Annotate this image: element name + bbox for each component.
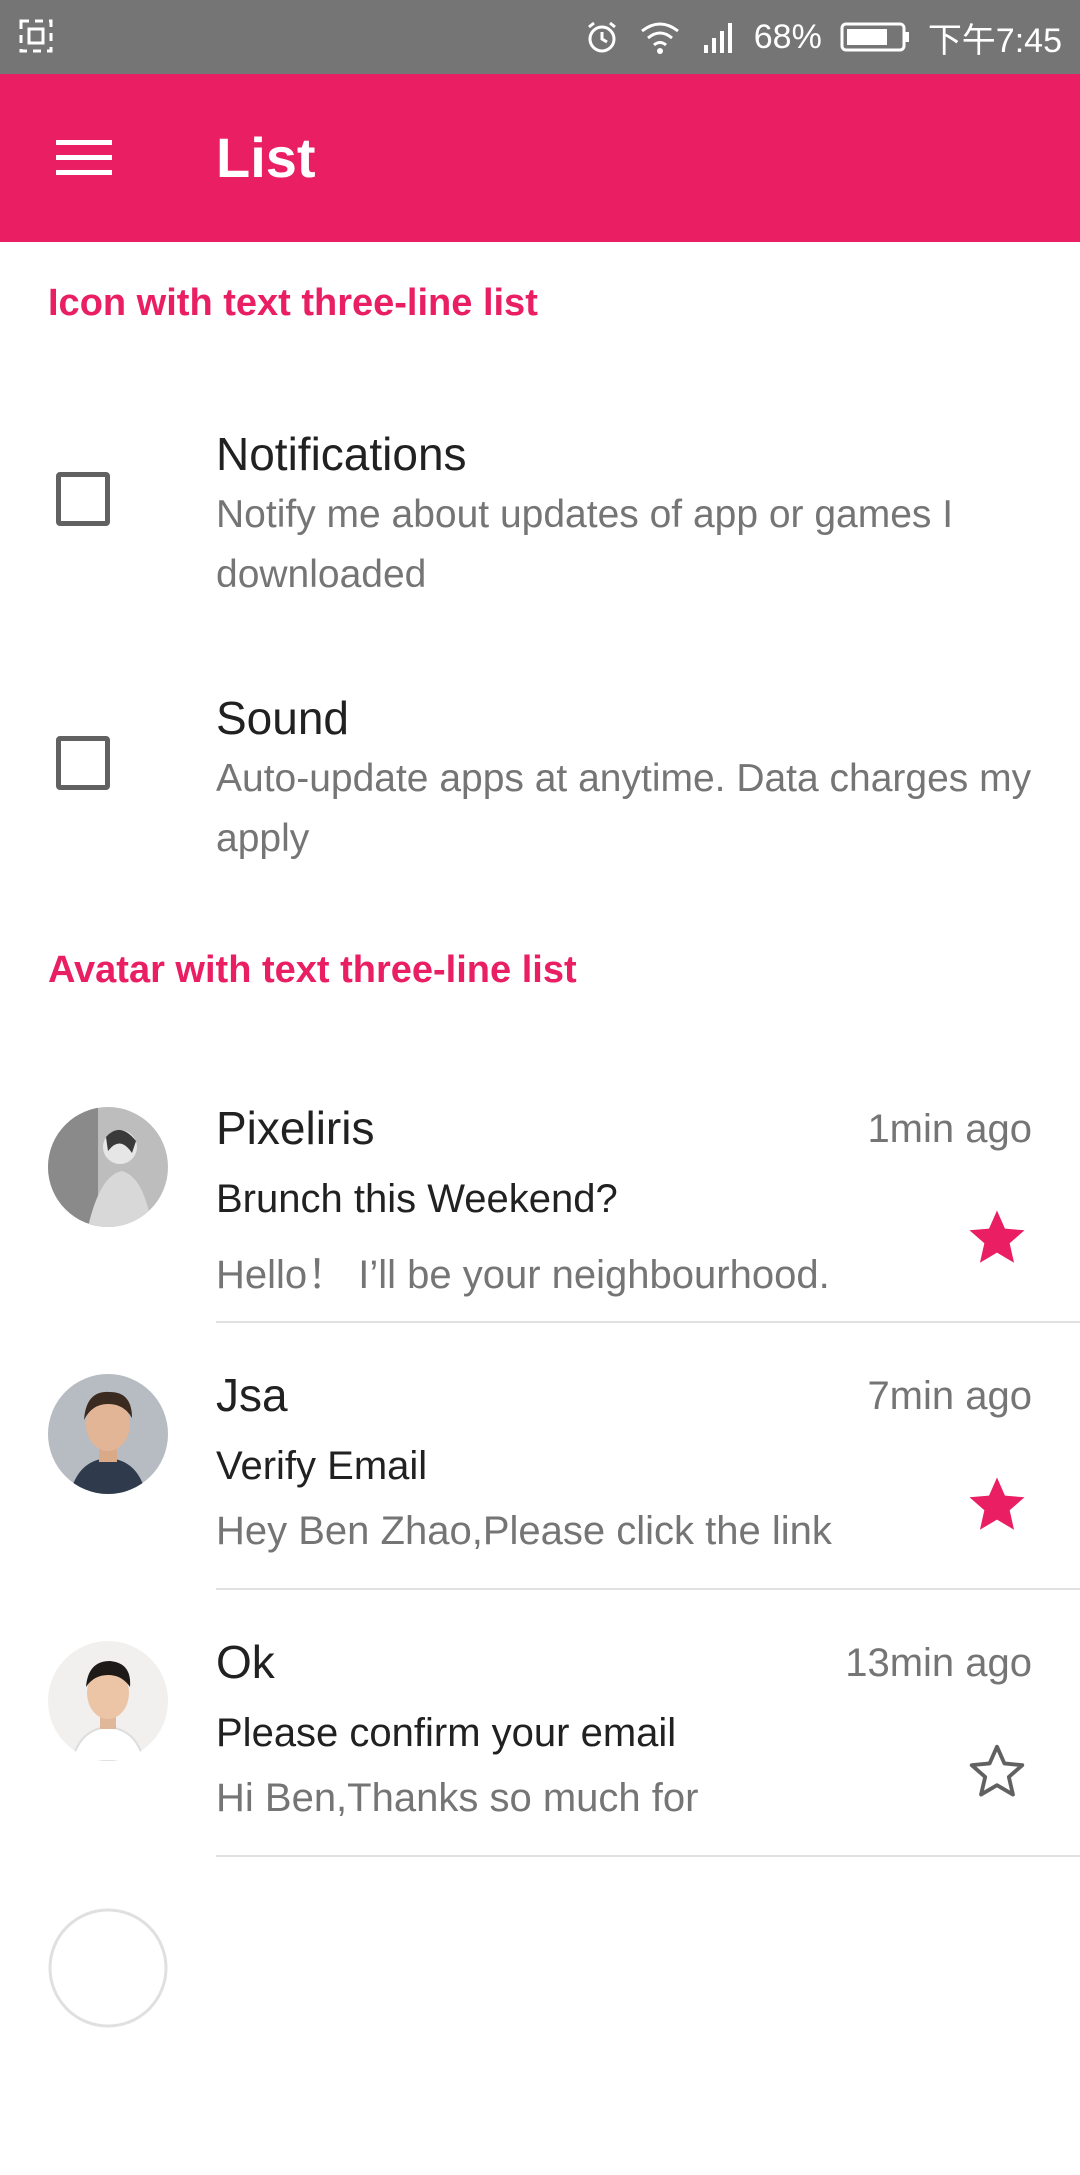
list-item-title: Notifications xyxy=(216,428,467,480)
sound-checkbox[interactable] xyxy=(56,736,110,790)
section-header-icon-list: Icon with text three-line list xyxy=(48,282,538,324)
wifi-icon xyxy=(638,19,682,55)
message-preview: Hey Ben Zhao,Please click the link xyxy=(216,1509,832,1553)
message-subject: Verify Email xyxy=(216,1444,428,1488)
section-header-avatar-list: Avatar with text three-line list xyxy=(48,949,577,991)
message-sender: Pixeliris xyxy=(216,1102,375,1154)
list-item-title: Sound xyxy=(216,692,350,744)
list-item-subtitle: Auto-update apps at anytime. Data charge… xyxy=(216,757,1032,860)
signal-icon xyxy=(700,19,736,55)
message-time: 1min ago xyxy=(867,1107,1032,1151)
hamburger-menu-icon[interactable] xyxy=(36,114,132,202)
list-item-message-partial[interactable] xyxy=(0,1908,1080,2175)
status-icons: 68% 下午7:45 xyxy=(584,0,1062,74)
avatar xyxy=(48,1374,168,1494)
message-preview: Hello！ I’ll be your neighbourhood. xyxy=(216,1253,830,1297)
divider xyxy=(216,1588,1080,1590)
message-sender: Ok xyxy=(216,1636,275,1688)
app-bar: List xyxy=(0,74,1080,242)
star-outline-icon[interactable] xyxy=(964,1739,1030,1805)
alarm-icon xyxy=(584,19,620,55)
notifications-checkbox[interactable] xyxy=(56,472,110,526)
list-item-message[interactable]: Jsa 7min ago Verify Email Hey Ben Zhao,P… xyxy=(0,1369,1080,1641)
divider xyxy=(216,1321,1080,1323)
avatar xyxy=(48,1641,168,1761)
message-sender: Jsa xyxy=(216,1369,288,1421)
list-item-sound[interactable]: Sound Auto-update apps at anytime. Data … xyxy=(0,691,1080,955)
message-subject: Please confirm your email xyxy=(216,1711,677,1755)
avatar xyxy=(48,1107,168,1227)
list-item-subtitle: Notify me about updates of app or games … xyxy=(216,493,954,596)
message-subject: Brunch this Weekend? xyxy=(216,1177,618,1221)
message-time: 13min ago xyxy=(845,1641,1032,1685)
screenshot-icon xyxy=(18,18,54,54)
clock: 下午7:45 xyxy=(927,21,1062,60)
list-item-message[interactable]: Pixeliris 1min ago Brunch this Weekend? … xyxy=(0,1102,1080,1374)
message-time: 7min ago xyxy=(867,1374,1032,1418)
avatar xyxy=(48,1908,168,2028)
page-title: List xyxy=(216,126,316,189)
status-bar: 68% 下午7:45 xyxy=(0,0,1080,74)
list-item-notifications[interactable]: Notifications Notify me about updates of… xyxy=(0,427,1080,691)
battery-icon xyxy=(840,19,910,55)
star-filled-icon[interactable] xyxy=(964,1205,1030,1271)
divider xyxy=(216,1855,1080,1857)
star-filled-icon[interactable] xyxy=(964,1472,1030,1538)
main-content: Icon with text three-line list Notificat… xyxy=(0,242,1080,2175)
list-item-message[interactable]: Ok 13min ago Please confirm your email H… xyxy=(0,1636,1080,1908)
battery-percent: 68% xyxy=(753,17,822,56)
message-preview: Hi Ben,Thanks so much for xyxy=(216,1776,699,1820)
